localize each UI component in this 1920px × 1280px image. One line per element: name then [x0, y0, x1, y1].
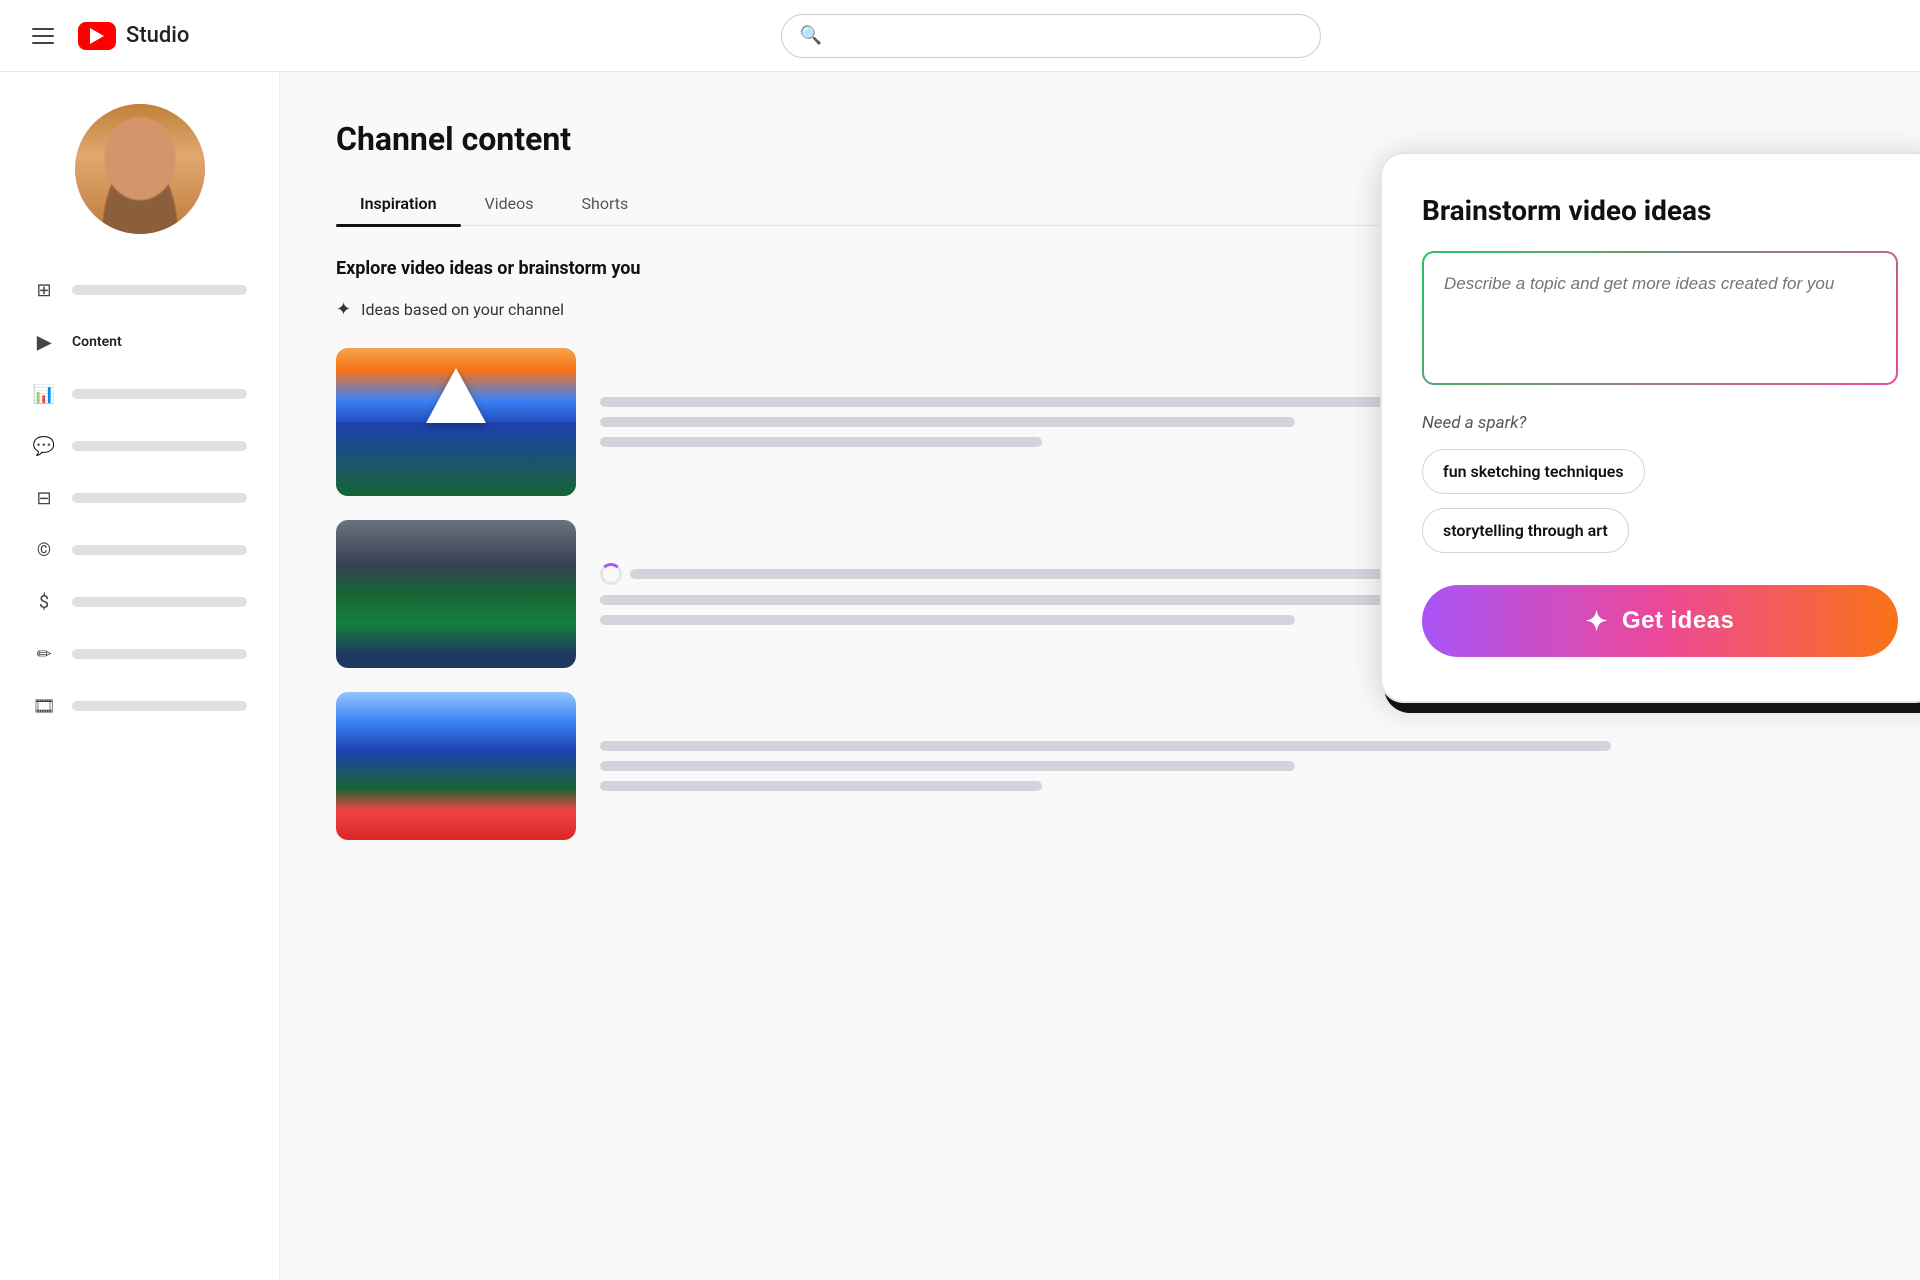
subtitles-icon: ⊟ [32, 486, 56, 510]
video-text-lines-3 [600, 741, 1864, 791]
idea-textarea-wrap[interactable] [1422, 251, 1898, 385]
sidebar-label-monetization [72, 597, 247, 607]
sidebar-label-content: Content [72, 334, 122, 350]
chip-sketching[interactable]: fun sketching techniques [1422, 449, 1645, 494]
panel-title: Brainstorm video ideas [1422, 194, 1898, 227]
text-line [600, 417, 1295, 427]
video-thumbnail-2[interactable] [336, 520, 576, 668]
brainstorm-panel: Brainstorm video ideas Need a spark? fun… [1380, 152, 1920, 703]
comments-icon: 💬 [32, 434, 56, 458]
loading-spinner [600, 563, 622, 585]
sidebar-label-comments [72, 441, 247, 451]
idea-textarea[interactable] [1444, 271, 1876, 361]
tab-shorts[interactable]: Shorts [558, 182, 653, 225]
video-thumbnail-3[interactable] [336, 692, 576, 840]
text-line [600, 781, 1042, 791]
sidebar-item-subtitles[interactable]: ⊟ [16, 474, 263, 522]
hamburger-menu[interactable] [32, 28, 54, 44]
sparkle-icon: ✦ [1586, 606, 1608, 637]
text-line [600, 437, 1042, 447]
get-ideas-label: Get ideas [1622, 607, 1734, 635]
chip-storytelling[interactable]: storytelling through art [1422, 508, 1629, 553]
avatar-image [75, 104, 205, 234]
tab-inspiration[interactable]: Inspiration [336, 182, 461, 225]
sidebar-label-customization [72, 649, 247, 659]
sidebar-item-dashboard[interactable]: ⊞ [16, 266, 263, 314]
search-bar[interactable]: 🔍 [781, 14, 1321, 58]
sidebar-label-copyright [72, 545, 247, 555]
dashboard-icon: ⊞ [32, 278, 56, 302]
text-line [600, 741, 1611, 751]
copyright-icon: © [32, 538, 56, 562]
video-info-3 [600, 741, 1864, 791]
text-line [600, 615, 1295, 625]
sidebar-item-customization[interactable]: ✏ [16, 630, 263, 678]
spark-label: Need a spark? [1422, 413, 1898, 433]
sidebar-item-analytics[interactable]: 📊 [16, 370, 263, 418]
topbar: Studio 🔍 [0, 0, 1920, 72]
avatar [75, 104, 205, 234]
sidebar-item-content[interactable]: ▶ Content [16, 318, 263, 366]
main-layout: ⊞ ▶ Content 📊 💬 ⊟ © [0, 72, 1920, 1280]
tab-videos[interactable]: Videos [461, 182, 558, 225]
monetization-icon: $ [32, 590, 56, 614]
sidebar-item-copyright[interactable]: © [16, 526, 263, 574]
channel-ideas-label: Ideas based on your channel [361, 300, 564, 319]
search-icon: 🔍 [800, 25, 822, 46]
sidebar-label-other [72, 701, 247, 711]
content-icon: ▶ [32, 330, 56, 354]
logo-area: Studio [78, 22, 189, 50]
content-area: Channel content Inspiration Videos Short… [280, 72, 1920, 1280]
text-line [600, 761, 1295, 771]
sidebar-label-dashboard [72, 285, 247, 295]
suggestion-chips: fun sketching techniques storytelling th… [1422, 449, 1898, 553]
sidebar-label-analytics [72, 389, 247, 399]
studio-label: Studio [126, 23, 189, 48]
table-row [336, 692, 1864, 840]
sidebar-label-subtitles [72, 493, 247, 503]
sidebar: ⊞ ▶ Content 📊 💬 ⊟ © [0, 72, 280, 1280]
sidebar-item-comments[interactable]: 💬 [16, 422, 263, 470]
spark-icon: ✦ [336, 299, 351, 320]
get-ideas-button[interactable]: ✦ Get ideas [1422, 585, 1898, 657]
sidebar-nav: ⊞ ▶ Content 📊 💬 ⊟ © [0, 266, 279, 730]
other-icon: 🎞 [32, 694, 56, 718]
search-input[interactable] [832, 27, 1302, 45]
text-line [630, 569, 1388, 579]
customization-icon: ✏ [32, 642, 56, 666]
video-thumbnail-1[interactable] [336, 348, 576, 496]
youtube-icon [78, 22, 116, 50]
analytics-icon: 📊 [32, 382, 56, 406]
sidebar-item-other[interactable]: 🎞 [16, 682, 263, 730]
sidebar-item-monetization[interactable]: $ [16, 578, 263, 626]
